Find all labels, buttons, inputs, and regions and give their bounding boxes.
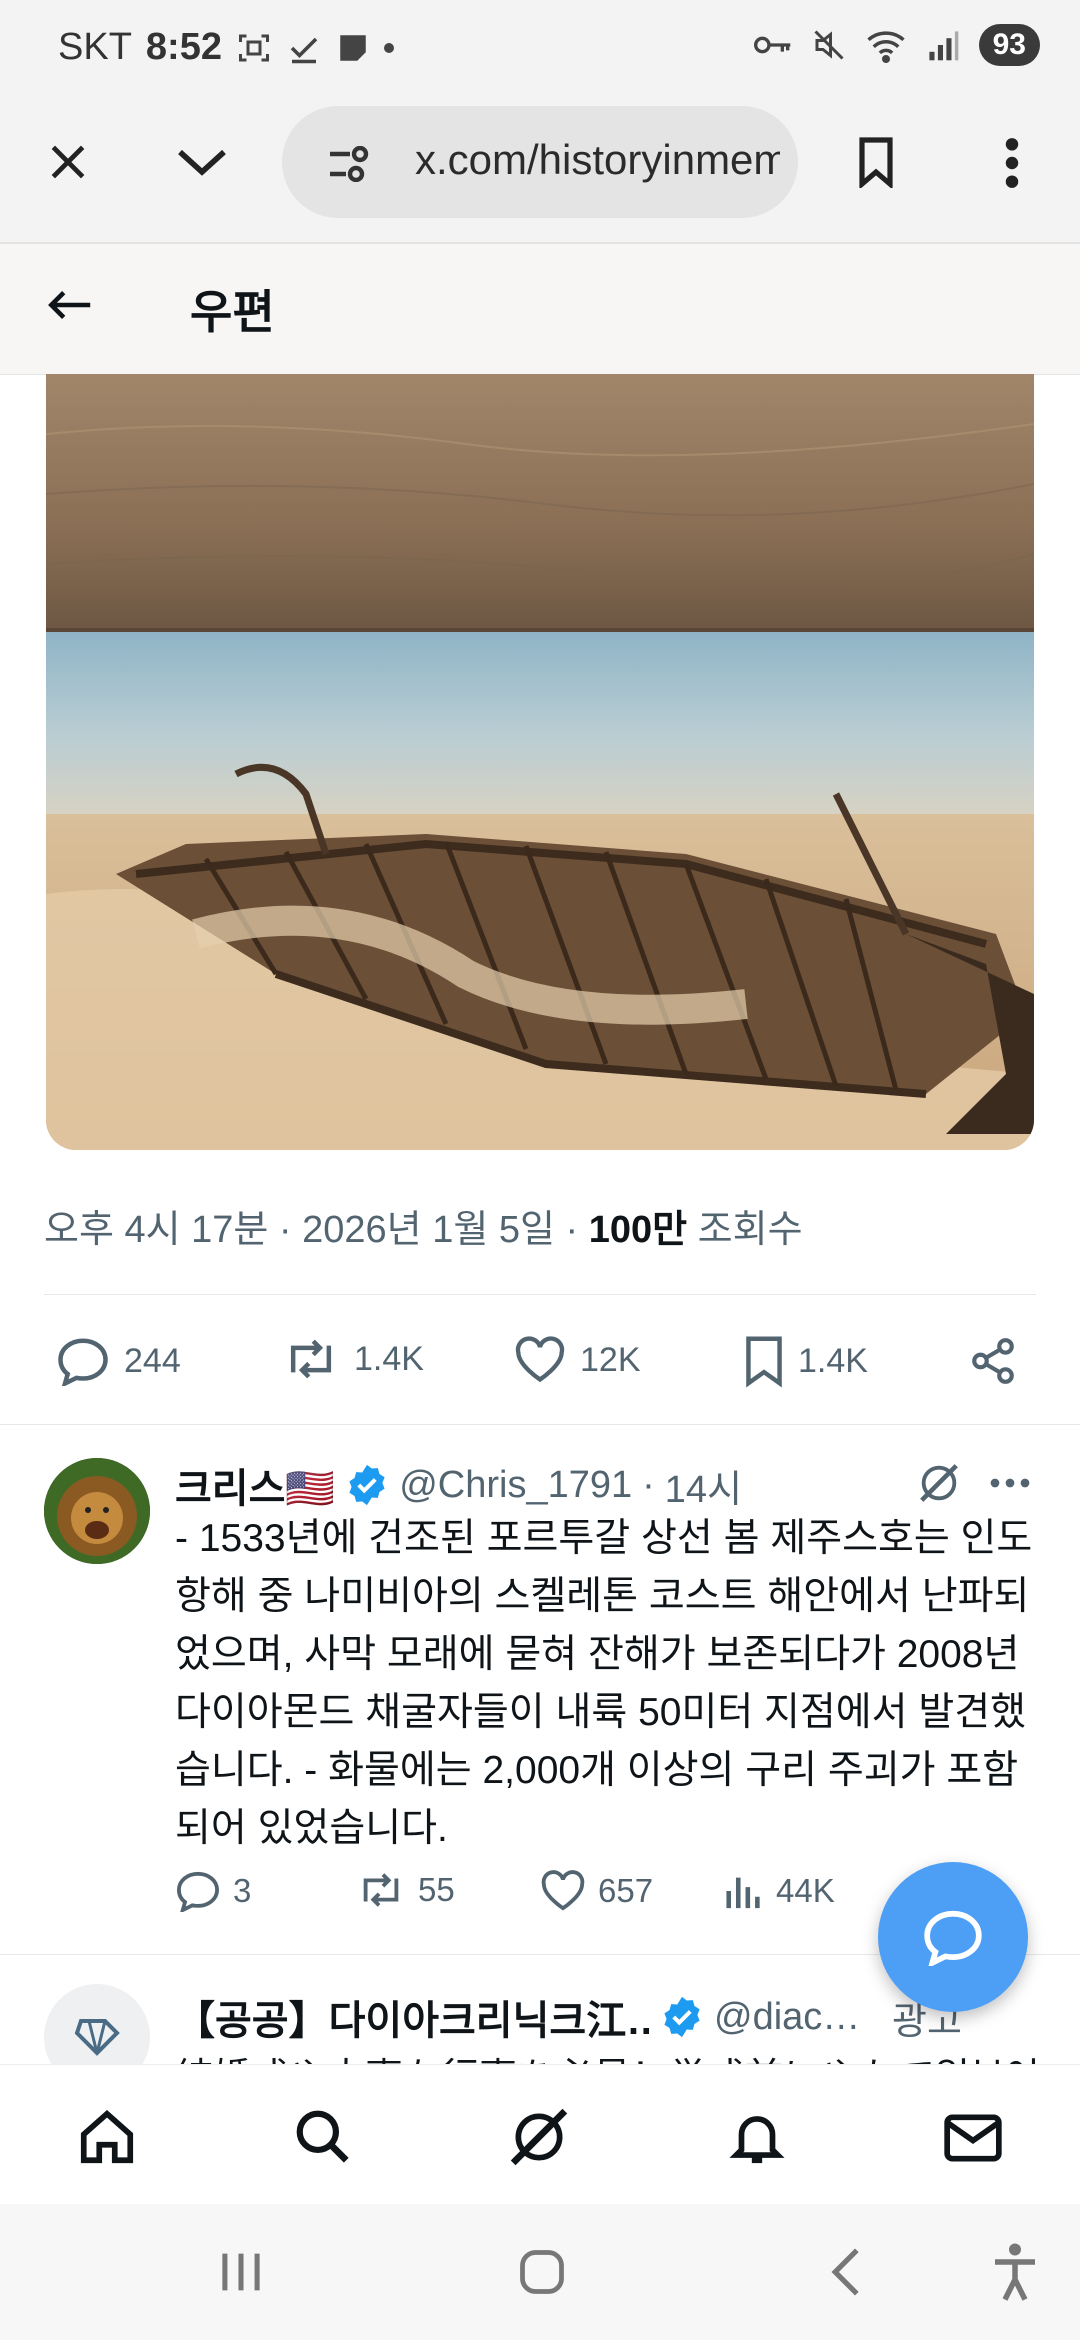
separator-dot: · bbox=[642, 1463, 655, 1506]
reply-text: - 1533년에 건조된 포르투갈 상선 봄 제주스호는 인도 항해 중 나미비… bbox=[175, 1517, 1033, 1850]
reply-icon bbox=[58, 1338, 108, 1386]
post-header bbox=[0, 244, 1080, 375]
notifications-icon[interactable] bbox=[726, 2106, 788, 2168]
status-bar: SKT 8:52 93 bbox=[0, 0, 1080, 100]
shipwreck-photo bbox=[46, 374, 1034, 1150]
key-icon bbox=[753, 36, 790, 54]
chevron-down-icon[interactable] bbox=[176, 145, 228, 179]
bookmark-count: 1.4K bbox=[798, 1341, 868, 1380]
site-settings-icon[interactable] bbox=[326, 146, 374, 182]
reply-more-icon[interactable] bbox=[990, 1476, 1030, 1490]
grok-tab-icon[interactable] bbox=[508, 2106, 570, 2168]
carrier: SKT bbox=[58, 26, 132, 68]
reply-icon bbox=[176, 1871, 220, 1912]
post-meta: 오후 4시 17분 · 2026년 1월 5일 · 100만 조회수 bbox=[44, 1209, 803, 1251]
home-icon[interactable] bbox=[76, 2106, 138, 2168]
bookmark-page-icon[interactable] bbox=[856, 136, 896, 188]
compose-reply-button[interactable] bbox=[878, 1862, 1028, 2012]
more-menu-icon[interactable] bbox=[1000, 136, 1024, 190]
close-tab-icon[interactable] bbox=[46, 140, 90, 184]
grok-icon[interactable] bbox=[916, 1460, 962, 1506]
back-button-icon[interactable] bbox=[828, 2246, 864, 2298]
reply-time: 14시 bbox=[664, 1468, 743, 1511]
reply-author-handle[interactable]: @Chris_1791 bbox=[399, 1464, 632, 1507]
reply-views-count: 44K bbox=[776, 1872, 835, 1909]
share-icon[interactable] bbox=[968, 1336, 1018, 1386]
repost-count: 1.4K bbox=[354, 1339, 424, 1378]
wifi-icon bbox=[866, 31, 905, 63]
lion-avatar-icon bbox=[44, 1458, 150, 1564]
avatar[interactable] bbox=[44, 1458, 150, 1564]
mute-icon bbox=[814, 30, 844, 60]
post-image[interactable] bbox=[46, 374, 1034, 1150]
clock: 8:52 bbox=[145, 26, 222, 68]
back-arrow-icon[interactable] bbox=[46, 288, 92, 322]
screenshot-icon bbox=[238, 34, 269, 61]
diamond-logo-icon bbox=[74, 2019, 120, 2056]
reply-reply-action[interactable]: 3 bbox=[175, 1870, 251, 1912]
post-date: 2026년 1월 5일 bbox=[302, 1209, 555, 1251]
repost-icon bbox=[363, 1873, 399, 1907]
note-icon bbox=[340, 34, 366, 61]
status-left: SKT 8:52 bbox=[58, 26, 394, 69]
heart-icon bbox=[515, 1336, 565, 1383]
bookmark-action[interactable]: 1.4K bbox=[744, 1334, 868, 1388]
status-right: 93 bbox=[753, 24, 1040, 66]
url-text[interactable]: x.com/historyinmemes bbox=[415, 136, 780, 184]
signal-icon bbox=[929, 31, 958, 61]
analytics-icon bbox=[726, 1877, 760, 1909]
like-action[interactable]: 12K bbox=[514, 1336, 641, 1384]
ad-author-name[interactable]: 【공공】다이아크리닉크江… bbox=[175, 1988, 650, 2046]
post-time: 오후 4시 17분 bbox=[44, 1209, 269, 1251]
verified-badge-icon bbox=[349, 1464, 385, 1506]
verified-badge-icon bbox=[664, 1996, 700, 2038]
check-icon bbox=[290, 37, 318, 63]
views-count: 100만 bbox=[588, 1209, 688, 1251]
accessibility-icon[interactable] bbox=[990, 2242, 1040, 2302]
like-count: 12K bbox=[580, 1340, 641, 1379]
ad-author-handle[interactable]: @diac… bbox=[714, 1996, 860, 2039]
repost-action[interactable]: 1.4K bbox=[282, 1336, 424, 1382]
reply-like-action[interactable]: 657 bbox=[540, 1870, 653, 1912]
dot-icon bbox=[383, 42, 394, 53]
reply-reply-count: 3 bbox=[233, 1872, 252, 1909]
search-icon[interactable] bbox=[292, 2106, 354, 2168]
home-button-icon[interactable] bbox=[516, 2246, 568, 2298]
reply-like-count: 657 bbox=[598, 1872, 654, 1909]
page-title: 우편 bbox=[190, 286, 275, 338]
reply-repost-action[interactable]: 55 bbox=[356, 1870, 455, 1910]
reply-views-action[interactable]: 44K bbox=[724, 1870, 835, 1912]
divider bbox=[44, 1294, 1036, 1295]
ad-header: 【공공】다이아크리닉크江… @diac… bbox=[175, 1988, 860, 2046]
reply-repost-count: 55 bbox=[418, 1871, 455, 1908]
reply-header: 크리스🇺🇸 @Chris_1791 · 14시 bbox=[175, 1456, 742, 1514]
message-bubble-icon bbox=[924, 1910, 982, 1966]
heart-icon bbox=[541, 1870, 585, 1911]
divider bbox=[0, 1424, 1080, 1425]
bookmark-icon bbox=[746, 1336, 782, 1388]
repost-icon bbox=[290, 1339, 332, 1379]
reply-count: 244 bbox=[124, 1341, 181, 1380]
recents-icon[interactable] bbox=[218, 2248, 264, 2296]
battery-level: 93 bbox=[978, 24, 1040, 66]
reply-author-name[interactable]: 크리스🇺🇸 bbox=[175, 1456, 335, 1514]
views-label: 조회수 bbox=[697, 1209, 803, 1251]
messages-icon[interactable] bbox=[942, 2110, 1004, 2166]
reply-action[interactable]: 244 bbox=[56, 1336, 181, 1386]
